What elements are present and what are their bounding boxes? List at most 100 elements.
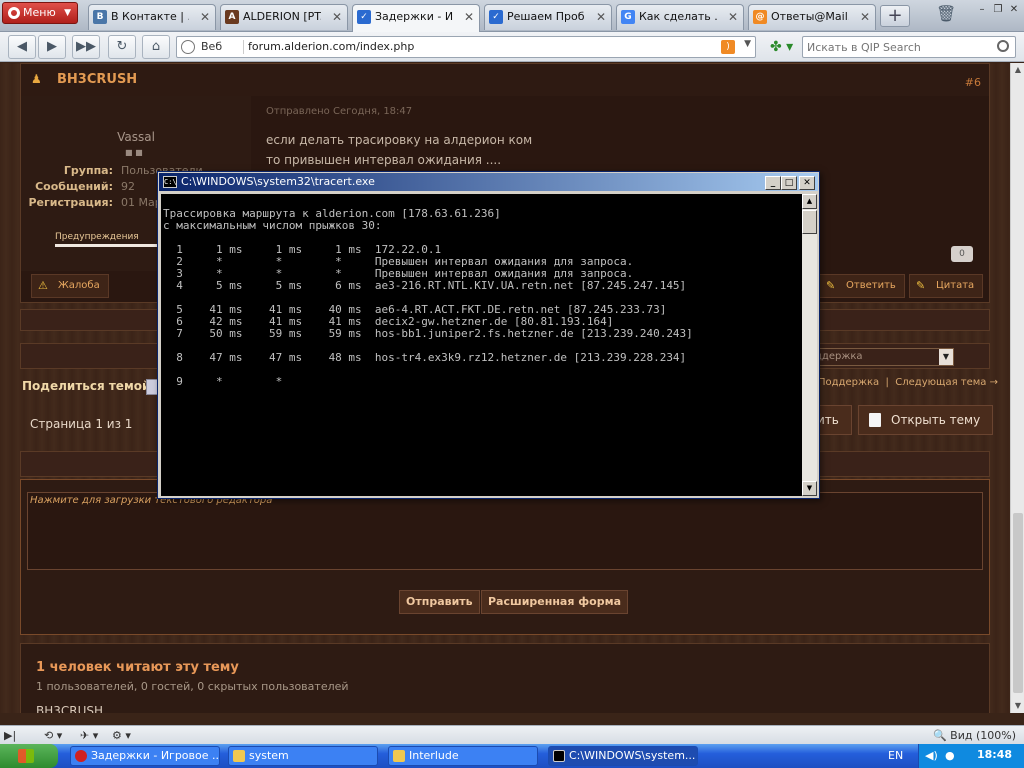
topic-links: Поддержка | Следующая тема → [818, 377, 998, 388]
console-output-area[interactable]: Трассировка маршрута к alderion.com [178… [161, 194, 802, 496]
taskbar-item-opera[interactable]: Задержки - Игровое ... [70, 746, 220, 766]
next-topic-link[interactable]: Следующая тема → [895, 377, 998, 388]
active-readers-panel: 1 человек читают эту тему 1 пользователе… [20, 643, 990, 713]
reader-username[interactable]: BH3CRUSH [36, 704, 103, 713]
language-indicator[interactable]: EN [888, 749, 903, 762]
scroll-up-icon[interactable]: ▲ [802, 194, 817, 209]
advanced-form-button[interactable]: Расширенная форма [481, 590, 629, 614]
scroll-down-icon[interactable]: ▼ [1011, 699, 1024, 713]
zoom-level[interactable]: 🔍 Вид (100%) [933, 728, 1016, 743]
forward-button[interactable]: ▶ [38, 35, 66, 59]
mail-icon: @ [753, 10, 767, 24]
share-label: Поделиться темой: [22, 379, 156, 393]
tab-vkontakte[interactable]: B В Контакте | ... ✕ [88, 4, 216, 30]
tracert-console-window[interactable]: C:\ C:\WINDOWS\system32\tracert.exe _ □ … [157, 171, 820, 499]
fast-forward-button[interactable]: ▶▶ [72, 35, 100, 59]
tab-alderion[interactable]: A ALDERION [PT... ✕ [220, 4, 348, 30]
chevron-down-icon[interactable]: ▼ [939, 349, 953, 365]
scrollbar-thumb[interactable] [1013, 513, 1023, 693]
post-author[interactable]: BH3CRUSH [57, 72, 137, 87]
tab-zaderzhki[interactable]: ✓ Задержки - И... ✕ [352, 4, 480, 32]
tab-google[interactable]: G Как сделать ... ✕ [616, 4, 744, 30]
rss-icon[interactable]: ) [721, 40, 735, 54]
quick-reply-editor[interactable]: Нажмите для загрузки текстового редактор… [27, 492, 983, 570]
post-line: то привышен интервал ожидания .... [266, 153, 502, 167]
opera-menu-button[interactable]: Меню ▼ [2, 2, 78, 24]
turbo-icon[interactable]: ✈ ▾ [80, 728, 98, 743]
settings-icon[interactable]: ⚙ ▾ [112, 728, 131, 743]
reply-button[interactable]: ✎ Ответить [819, 274, 905, 298]
start-button[interactable] [0, 744, 58, 768]
reload-button[interactable]: ↻ [108, 35, 136, 59]
search-icon[interactable] [997, 40, 1009, 52]
opera-logo-icon [8, 7, 20, 19]
close-icon[interactable]: ✕ [799, 176, 815, 190]
send-button[interactable]: Отправить [399, 590, 480, 614]
volume-icon[interactable]: ◀) [925, 749, 938, 762]
windows-logo-icon [18, 749, 34, 763]
section-link[interactable]: Поддержка [818, 377, 879, 388]
new-tab-button[interactable]: + [880, 5, 910, 27]
field-value-posts: 92 [121, 180, 135, 193]
reputation-badge[interactable]: 0 [951, 246, 973, 262]
close-icon[interactable]: ✕ [596, 5, 606, 29]
console-title: C:\WINDOWS\system32\tracert.exe [181, 175, 375, 188]
console-titlebar[interactable]: C:\ C:\WINDOWS\system32\tracert.exe _ □ … [159, 173, 818, 191]
vk-icon: B [93, 10, 107, 24]
close-icon[interactable]: ✕ [464, 5, 474, 29]
sync-icon[interactable]: ⟲ ▾ [44, 728, 62, 743]
console-scrollbar[interactable]: ▲ ▼ [802, 194, 817, 496]
scrollbar-thumb[interactable] [802, 210, 817, 234]
minimize-icon[interactable]: – [974, 3, 990, 17]
quote-button[interactable]: ✎ Цитата [909, 274, 984, 298]
taskbar-item-interlude-folder[interactable]: Interlude [388, 746, 538, 766]
back-button[interactable]: ◀ [8, 35, 36, 59]
scroll-up-icon[interactable]: ▲ [1011, 63, 1024, 77]
user-icon: ♟ [31, 72, 42, 86]
chevron-down-icon[interactable]: ▼ [744, 39, 751, 49]
forum-icon: ✓ [489, 10, 503, 24]
tab-bar: Меню ▼ B В Контакте | ... ✕ A ALDERION [… [0, 0, 1024, 32]
close-icon[interactable]: ✕ [728, 5, 738, 29]
qip-search-engine-icon[interactable]: ✤ ▾ [770, 38, 800, 56]
open-topic-button[interactable]: Открыть тему [858, 405, 994, 435]
browser-status-bar: ▶| ⟲ ▾ ✈ ▾ ⚙ ▾ 🔍 Вид (100%) [0, 725, 1024, 744]
home-button[interactable]: ⌂ [142, 35, 170, 59]
report-button[interactable]: ⚠ Жалоба [31, 274, 109, 298]
folder-icon [233, 750, 245, 762]
scroll-down-icon[interactable]: ▼ [802, 481, 817, 496]
post-body: если делать трасировку на алдерион ком т… [266, 130, 532, 170]
close-icon[interactable]: ✕ [200, 5, 210, 29]
google-icon: G [621, 10, 635, 24]
address-bar[interactable]: Веб forum.alderion.com/index.php ) ▼ [176, 36, 756, 58]
network-icon[interactable]: ● [945, 749, 955, 762]
minimize-icon[interactable]: _ [765, 176, 781, 190]
post-header: ♟ BH3CRUSH #6 [21, 64, 989, 96]
search-input[interactable] [807, 38, 987, 56]
tab-otvety-mail[interactable]: @ Ответы@Mail... ✕ [748, 4, 876, 30]
taskbar-item-tracert[interactable]: C:\WINDOWS\system... [548, 746, 698, 766]
search-box[interactable] [802, 36, 1016, 58]
taskbar-item-system-folder[interactable]: system [228, 746, 378, 766]
close-icon[interactable]: ✕ [332, 5, 342, 29]
close-window-icon[interactable]: ✕ [1006, 3, 1022, 17]
post-line: если делать трасировку на алдерион ком [266, 133, 533, 147]
page-scrollbar[interactable]: ▲ ▼ [1010, 63, 1024, 713]
trash-icon[interactable]: 🗑 [936, 4, 956, 26]
zoom-icon: 🔍 [932, 729, 947, 742]
readers-title: 1 человек читают эту тему [36, 660, 239, 675]
forum-icon: ✓ [357, 10, 371, 24]
system-clock[interactable]: 18:48 [977, 748, 1012, 761]
navigation-bar: ◀ ▶ ▶▶ ↻ ⌂ Веб forum.alderion.com/index.… [0, 32, 1024, 62]
forum-jump-select[interactable]: ддержка ▼ [800, 348, 954, 366]
address-prefix: Веб [201, 40, 223, 53]
field-label-registered: Регистрация: [28, 196, 114, 209]
cmd-icon [553, 750, 565, 762]
close-icon[interactable]: ✕ [860, 5, 870, 29]
address-url[interactable]: forum.alderion.com/index.php [243, 40, 414, 54]
maximize-icon[interactable]: ❐ [990, 3, 1006, 17]
tab-reshaem[interactable]: ✓ Решаем Проб... ✕ [484, 4, 612, 30]
panel-toggle-icon[interactable]: ▶| [4, 728, 16, 743]
post-number[interactable]: #6 [965, 76, 981, 89]
maximize-icon[interactable]: □ [781, 176, 797, 190]
